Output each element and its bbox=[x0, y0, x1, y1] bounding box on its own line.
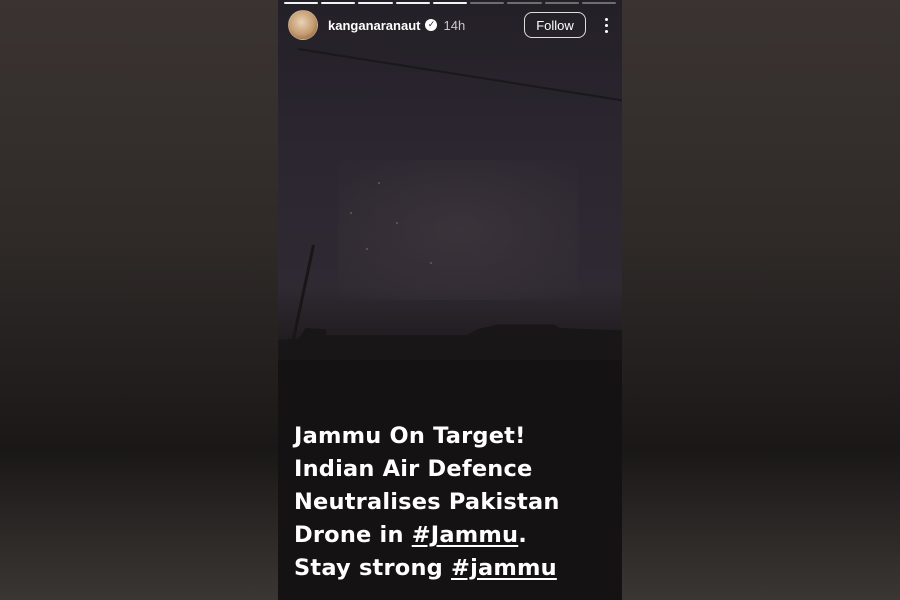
dot bbox=[604, 29, 608, 33]
story-progress-bar bbox=[284, 2, 616, 5]
drone-light bbox=[366, 248, 368, 250]
progress-segment bbox=[395, 2, 430, 4]
hashtag-link[interactable]: #jammu bbox=[451, 555, 557, 581]
drone-light bbox=[350, 212, 352, 214]
post-time: 14h bbox=[443, 17, 466, 33]
avatar[interactable] bbox=[288, 10, 318, 40]
username[interactable]: kanganaranaut bbox=[328, 18, 420, 33]
more-options-icon[interactable] bbox=[600, 15, 612, 35]
hashtag-link[interactable]: #Jammu bbox=[412, 522, 519, 548]
progress-segment bbox=[507, 2, 542, 4]
drone-light bbox=[378, 182, 380, 184]
story-caption: Jammu On Target! Indian Air Defence Neut… bbox=[294, 420, 614, 585]
progress-segment bbox=[544, 2, 579, 4]
caption-line: Jammu On Target! bbox=[294, 423, 526, 449]
progress-segment bbox=[358, 2, 393, 4]
right-blurred-backdrop bbox=[622, 0, 900, 600]
progress-segment bbox=[284, 2, 319, 4]
power-line bbox=[297, 48, 622, 102]
caption-line: Indian Air Defence bbox=[294, 456, 533, 482]
caption-line: Drone in #Jammu. bbox=[294, 519, 614, 552]
progress-segment bbox=[321, 2, 356, 4]
caption-line: Stay strong #jammu bbox=[294, 552, 614, 585]
drone-light bbox=[396, 222, 398, 224]
progress-segment bbox=[581, 2, 616, 4]
caption-text: . bbox=[518, 522, 527, 548]
night-sky-glow bbox=[338, 160, 578, 300]
caption-text: Drone in bbox=[294, 522, 412, 548]
dot bbox=[604, 23, 608, 27]
caption-line: Neutralises Pakistan bbox=[294, 489, 560, 515]
dot bbox=[604, 17, 608, 21]
caption-text: Stay strong bbox=[294, 555, 452, 581]
story-frame[interactable]: kanganaranaut ✓ 14h Follow Jammu On Targ… bbox=[278, 0, 622, 600]
progress-segment bbox=[432, 2, 468, 4]
story-header: kanganaranaut ✓ 14h Follow bbox=[288, 10, 612, 40]
follow-button[interactable]: Follow bbox=[524, 12, 586, 38]
left-blurred-backdrop bbox=[0, 0, 278, 600]
drone-light bbox=[430, 262, 432, 264]
verified-badge-icon: ✓ bbox=[425, 19, 438, 31]
progress-segment bbox=[470, 2, 505, 4]
story-viewer: kanganaranaut ✓ 14h Follow Jammu On Targ… bbox=[0, 0, 900, 600]
